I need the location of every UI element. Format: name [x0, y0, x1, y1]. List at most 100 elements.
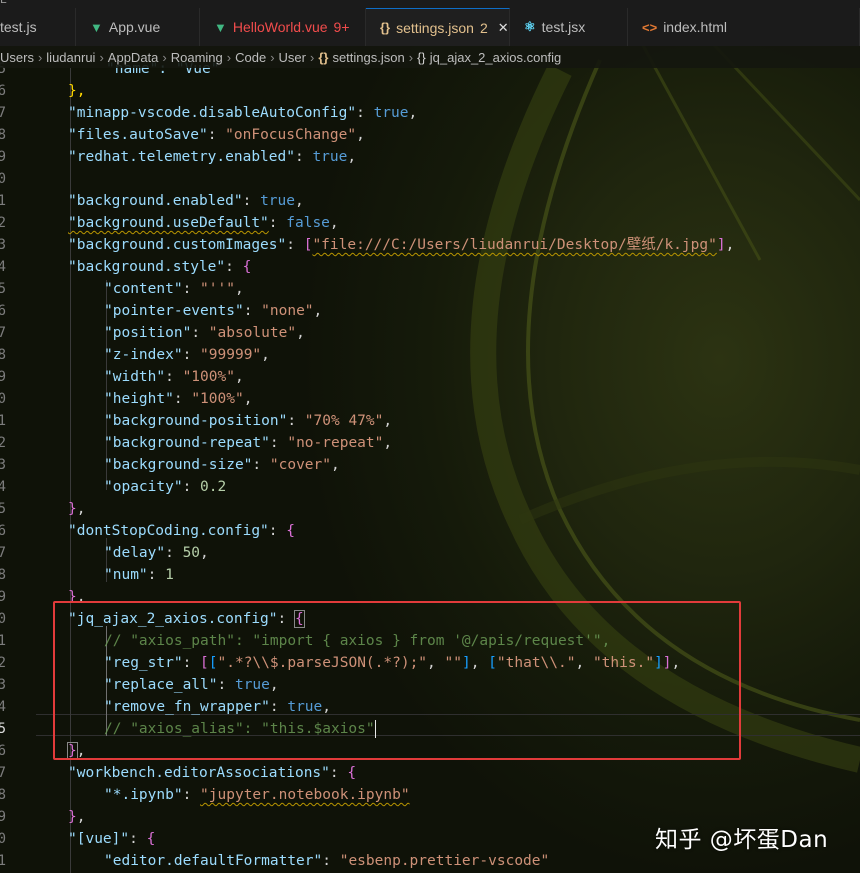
json-value: "70% 47%" — [304, 413, 384, 429]
line-number: 3 — [0, 677, 6, 693]
code-line: "background.customImages": ["file:///C:/… — [68, 237, 735, 253]
chevron-right-icon: › — [270, 49, 275, 65]
json-key: "background.enabled" — [68, 193, 243, 209]
line-number: 2 — [0, 655, 6, 671]
breadcrumb-item[interactable]: Users — [0, 50, 34, 65]
json-value: false — [286, 215, 330, 231]
line-number: 4 — [0, 259, 6, 275]
breadcrumb-item[interactable]: Code — [235, 50, 266, 65]
tab-label: HelloWorld.vue — [232, 19, 328, 35]
code-line: "pointer-events": "none", — [104, 303, 323, 319]
json-value: 50 — [182, 545, 201, 561]
code-line: "*.ipynb": "jupyter.notebook.ipynb" — [104, 787, 410, 803]
breadcrumb-item[interactable]: User — [279, 50, 306, 65]
json-value: "100%" — [182, 369, 235, 385]
code-line: "content": "''", — [104, 281, 244, 297]
breadcrumb-item[interactable]: liudanrui — [46, 50, 95, 65]
json-key: "num" — [104, 567, 148, 583]
line-number: 0 — [0, 171, 6, 187]
chevron-right-icon: › — [37, 49, 43, 65]
line-number: 1 — [0, 413, 6, 429]
json-key: "[vue]" — [68, 831, 130, 847]
html-icon: <> — [642, 19, 658, 35]
chevron-right-icon: › — [408, 49, 414, 65]
code-line: "editor.defaultFormatter": "esbenp.prett… — [104, 853, 550, 869]
problem-count-badge: 2 — [479, 19, 488, 36]
code-line: }, — [68, 809, 86, 825]
tab-index-html[interactable]: <> index.html — [628, 8, 860, 46]
json-key: "content" — [104, 281, 183, 297]
tab-test-jsx[interactable]: ⚛ test.jsx — [510, 8, 628, 46]
line-number: 7 — [0, 325, 6, 341]
code-line: "[vue]": { — [68, 831, 156, 847]
json-key: "workbench.editorAssociations" — [68, 765, 330, 781]
json-value: true — [373, 105, 409, 121]
line-number: 7 — [0, 105, 6, 121]
json-key: "redhat.telemetry.enabled" — [68, 149, 295, 165]
code-line: "background.enabled": true, — [68, 193, 304, 209]
json-key: "background.customImages" — [68, 237, 287, 253]
highlight-annotation-box — [53, 601, 741, 760]
json-value: true — [260, 193, 295, 209]
json-value: "99999" — [200, 347, 262, 363]
tab-settings-json[interactable]: {} settings.json 2 ✕ — [366, 8, 510, 46]
json-key: "z-index" — [104, 347, 183, 363]
tab-app-vue[interactable]: ▼ App.vue — [76, 8, 200, 46]
line-number: 7 — [0, 545, 6, 561]
json-key: "background.style" — [68, 259, 226, 275]
json-value: "no-repeat" — [287, 435, 384, 451]
close-icon[interactable]: ✕ — [498, 20, 509, 36]
line-number: 2 — [0, 435, 6, 451]
json-key: "position" — [104, 325, 192, 341]
code-line: "redhat.telemetry.enabled": true, — [68, 149, 357, 165]
json-value: "''" — [200, 281, 235, 297]
code-line: }, — [68, 80, 85, 102]
code-line: "background-repeat": "no-repeat", — [104, 435, 393, 451]
json-value: "esbenp.prettier-vscode" — [339, 853, 550, 869]
code-line: "background-size": "cover", — [104, 457, 340, 473]
json-key: "opacity" — [104, 479, 183, 495]
line-number: 6 — [0, 303, 6, 319]
json-value: "file:///C:/Users/liudanrui/Desktop/壁纸/k… — [312, 237, 717, 253]
json-key: "background-position" — [104, 413, 288, 429]
json-value: true — [312, 149, 348, 165]
code-line: "background-position": "70% 47%", — [104, 413, 393, 429]
line-number: 9 — [0, 809, 6, 825]
tab-helloworld-vue[interactable]: ▼ HelloWorld.vue 9+ — [200, 8, 366, 46]
code-line: "workbench.editorAssociations": { — [68, 765, 357, 781]
line-number: 1 — [0, 633, 6, 649]
json-braces-icon: {} — [380, 20, 391, 35]
json-value: 1 — [165, 567, 174, 583]
line-number: 3 — [0, 237, 6, 253]
json-value: "cover" — [269, 457, 331, 473]
code-line: "files.autoSave": "onFocusChange", — [68, 127, 365, 143]
line-number: 5 — [0, 721, 6, 737]
line-number: 6 — [0, 743, 6, 759]
chevron-right-icon: › — [99, 49, 104, 65]
json-value: "none" — [261, 303, 314, 319]
line-number: 6 — [0, 83, 6, 99]
json-value: "100%" — [191, 391, 244, 407]
chevron-right-icon: › — [309, 49, 315, 65]
line-number: 6 — [0, 523, 6, 539]
json-key: "delay" — [104, 545, 166, 561]
code-line: "width": "100%", — [104, 369, 244, 385]
chevron-right-icon: › — [226, 49, 232, 65]
line-number: 0 — [0, 391, 6, 407]
tab-test-js[interactable]: test.js — [0, 8, 76, 46]
tab-label: settings.json — [396, 19, 474, 36]
json-key: "*.ipynb" — [104, 787, 183, 803]
json-punct: }, — [68, 83, 86, 99]
code-line: "background.useDefault": false, — [68, 215, 339, 231]
breadcrumb-item[interactable]: jq_ajax_2_axios.config — [430, 50, 562, 65]
breadcrumb-item[interactable]: Roaming — [171, 50, 223, 65]
breadcrumb-item[interactable]: settings.json — [332, 50, 404, 65]
line-number: 8 — [0, 127, 6, 143]
line-number: 7 — [0, 765, 6, 781]
line-number: 1 — [0, 853, 6, 869]
code-line: "delay": 50, — [104, 545, 209, 561]
json-key: "pointer-events" — [104, 303, 244, 319]
code-line: "z-index": "99999", — [104, 347, 270, 363]
breadcrumb-item[interactable]: AppData — [108, 50, 159, 65]
object-braces-icon: {} — [417, 49, 426, 65]
